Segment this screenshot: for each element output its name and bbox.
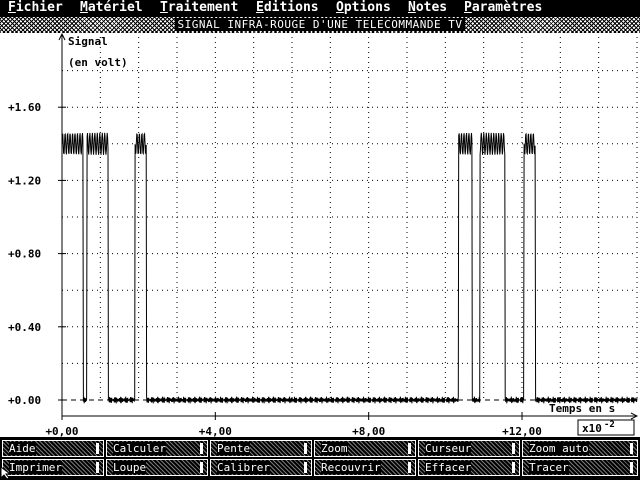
calibrer-button[interactable]: Calibrer — [210, 459, 312, 476]
y-tick-label: +1.20 — [8, 174, 41, 187]
x-tick-label: +4,00 — [199, 425, 232, 437]
menu-parametres[interactable]: Paramètres — [464, 0, 542, 16]
imprimer-button-label: Imprimer — [9, 461, 62, 474]
menu-fichier-key: F — [8, 0, 16, 15]
x-axis-label: Temps en s — [549, 402, 615, 415]
x-tick-label: +0,00 — [45, 425, 78, 437]
aide-button[interactable]: Aide — [2, 440, 104, 457]
menu-fichier-label: ichier — [15, 0, 63, 15]
menu-bar: Fichier Matériel Traitement Editions Opt… — [0, 0, 640, 17]
curseur-button[interactable]: Curseur — [418, 440, 520, 457]
calibrer-button-label: Calibrer — [217, 461, 270, 474]
y-tick-label: +0.00 — [8, 394, 41, 407]
menu-notes[interactable]: Notes — [408, 0, 447, 16]
tracer-button[interactable]: Tracer — [522, 459, 638, 476]
chart-area[interactable]: +1.60 +1.20 +0.80 +0.40 +0.00 +0,00 +4,00 +8,00… — [0, 33, 640, 437]
x-multiplier-exponent: -2 — [604, 420, 615, 430]
menu-parametres-label: aramètres — [471, 0, 543, 15]
recouvrir-button-label: Recouvrir — [321, 461, 381, 474]
menu-traitement-key: T — [160, 0, 168, 15]
window-title-bar[interactable]: SIGNAL INFRA-ROUGE D'UNE TELECOMMANDE TV — [0, 17, 640, 33]
effacer-button-label: Effacer — [425, 461, 472, 474]
y-tick-label: +0.40 — [8, 321, 41, 334]
menu-editions-key: E — [256, 0, 264, 15]
menu-notes-label: otes — [415, 0, 448, 15]
menu-materiel-label: atériel — [87, 0, 143, 15]
recouvrir-button[interactable]: Recouvrir — [314, 459, 416, 476]
imprimer-button[interactable]: Imprimer — [2, 459, 104, 476]
y-tick-label: +0.80 — [8, 248, 41, 261]
x-multiplier-base: x10 — [582, 422, 602, 435]
menu-editions[interactable]: Editions — [256, 0, 319, 16]
chart-series — [61, 132, 638, 404]
menu-options-key: O — [336, 0, 344, 15]
menu-fichier[interactable]: Fichier — [8, 0, 63, 16]
window-title-text: SIGNAL INFRA-ROUGE D'UNE TELECOMMANDE TV — [174, 18, 466, 31]
button-bar: Aide Calculer Pente Zoom Curseur Zoom au… — [0, 437, 640, 480]
y-axis-label-line1: Signal — [68, 35, 108, 48]
pente-button-label: Pente — [217, 442, 251, 455]
x-tick-label: +12,00 — [502, 425, 542, 437]
window-title: SIGNAL INFRA-ROUGE D'UNE TELECOMMANDE TV — [0, 18, 640, 32]
aide-button-label: Aide — [9, 442, 36, 455]
zoom-auto-button[interactable]: Zoom auto — [522, 440, 638, 457]
mouse-pointer-icon — [0, 466, 12, 480]
zoom-auto-button-label: Zoom auto — [529, 442, 589, 455]
chart-grid — [61, 37, 638, 401]
effacer-button[interactable]: Effacer — [418, 459, 520, 476]
pente-button[interactable]: Pente — [210, 440, 312, 457]
tracer-button-label: Tracer — [529, 461, 569, 474]
menu-parametres-key: P — [464, 0, 472, 15]
signal-chart: +1.60 +1.20 +0.80 +0.40 +0.00 +0,00 +4,00 +8,00… — [8, 33, 639, 437]
menu-options[interactable]: Options — [336, 0, 391, 16]
menu-notes-key: N — [408, 0, 416, 15]
menu-traitement-label: raitement — [167, 0, 239, 15]
menu-materiel-key: M — [80, 0, 88, 15]
y-axis-label-line2: (en volt) — [68, 56, 128, 69]
chart-axes: +1.60 +1.20 +0.80 +0.40 +0.00 +0,00 +4,00 +8,00… — [8, 33, 639, 437]
loupe-button-label: Loupe — [113, 461, 147, 474]
zoom-button-label: Zoom — [321, 442, 348, 455]
loupe-button[interactable]: Loupe — [106, 459, 208, 476]
x-multiplier-box: x10 -2 — [577, 419, 635, 436]
calculer-button[interactable]: Calculer — [106, 440, 208, 457]
calculer-button-label: Calculer — [113, 442, 166, 455]
menu-traitement[interactable]: Traitement — [160, 0, 238, 16]
curseur-button-label: Curseur — [425, 442, 472, 455]
signal-trace — [61, 132, 638, 404]
zoom-button[interactable]: Zoom — [314, 440, 416, 457]
menu-materiel[interactable]: Matériel — [80, 0, 143, 16]
menu-options-label: ptions — [343, 0, 391, 15]
y-tick-label: +1.60 — [8, 101, 41, 114]
x-tick-label: +8,00 — [352, 425, 385, 437]
menu-editions-label: ditions — [263, 0, 319, 15]
